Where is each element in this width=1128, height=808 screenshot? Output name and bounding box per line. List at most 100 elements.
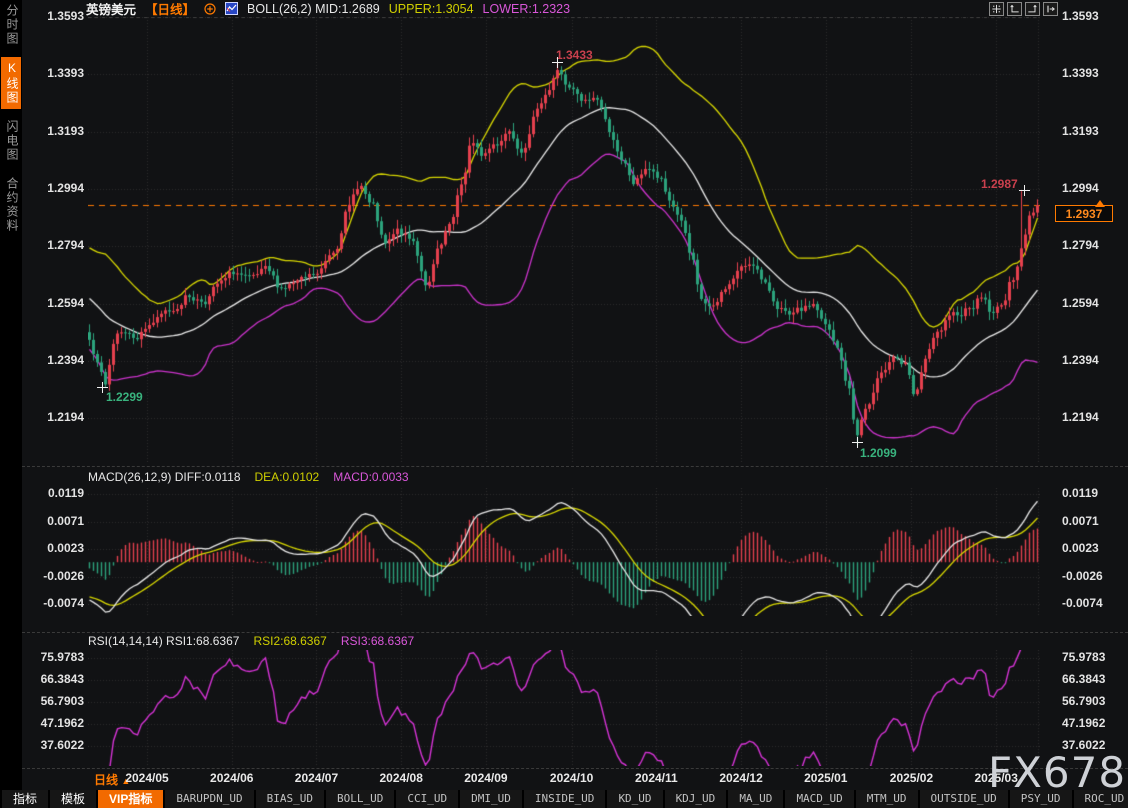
price-tick-left: 1.3193: [28, 124, 84, 138]
recent-high-annotation: 1.2987: [981, 177, 1018, 191]
rsi1-label: RSI(14,14,14) RSI1:68.6367: [88, 634, 239, 648]
price-tick-left: 1.2794: [28, 238, 84, 252]
bottom-indicator-toolbar: 指标模板VIP指标BARUPDN_UDBIAS_UDBOLL_UDCCI_UDD…: [0, 790, 1128, 808]
rsi-tick-left: 37.6022: [28, 738, 84, 752]
toolbar-item-0[interactable]: 指标: [2, 790, 50, 808]
toolbar-item-9[interactable]: KD_UD: [607, 790, 664, 808]
axis-zoom-left-icon[interactable]: [1007, 2, 1022, 16]
macd-label-row: MACD(26,12,9) DIFF:0.0118 DEA:0.0102 MAC…: [88, 470, 409, 484]
macd-tick-right: 0.0023: [1062, 541, 1118, 555]
boll-upper-label: UPPER:1.3054: [389, 2, 474, 16]
price-tick-right: 1.2394: [1062, 353, 1118, 367]
rsi-tick-right: 47.1962: [1062, 716, 1118, 730]
month-label: 2025/01: [804, 771, 847, 785]
macd-dea-label: DEA:0.0102: [255, 470, 320, 484]
toolbar-item-7[interactable]: DMI_UD: [460, 790, 524, 808]
price-tick-right: 1.2594: [1062, 296, 1118, 310]
month-label: 2024/10: [550, 771, 593, 785]
macd-tick-right: -0.0026: [1062, 569, 1118, 583]
toolbar-item-16[interactable]: ROC_UD: [1074, 790, 1128, 808]
sidebar-tab-1[interactable]: K线图: [1, 57, 21, 109]
macd-tick-left: 0.0023: [28, 541, 84, 555]
month-label: 2024/11: [635, 771, 678, 785]
macd-tick-right: 0.0119: [1062, 486, 1118, 500]
toolbar-item-15[interactable]: PSY_UD: [1010, 790, 1074, 808]
pan-right-icon[interactable]: [1043, 2, 1058, 16]
rsi3-label: RSI3:68.6367: [341, 634, 414, 648]
toolbar-item-14[interactable]: OUTSIDE_UD: [920, 790, 1010, 808]
price-tick-left: 1.3593: [28, 9, 84, 23]
month-label: 2025/02: [890, 771, 933, 785]
macd-tick-right: 0.0071: [1062, 514, 1118, 528]
recent-high-cross-marker: [1019, 185, 1030, 196]
price-tick-left: 1.2594: [28, 296, 84, 310]
price-tick-right: 1.2194: [1062, 410, 1118, 424]
chart-toolbar-icons: [989, 2, 1058, 16]
chart-header: 英镑美元 【日线】 BOLL(26,2) MID:1.2689 UPPER:1.…: [86, 0, 570, 17]
month-label: 2024/07: [295, 771, 338, 785]
macd-hist-label: MACD:0.0033: [333, 470, 408, 484]
month-label: 2024/12: [719, 771, 762, 785]
macd-tick-right: -0.0074: [1062, 596, 1118, 610]
macd-tick-left: -0.0026: [28, 569, 84, 583]
period-label[interactable]: 【日线】: [145, 0, 195, 18]
price-tick-left: 1.2994: [28, 181, 84, 195]
toolbar-item-5[interactable]: BOLL_UD: [326, 790, 396, 808]
january-low-annotation: 1.2099: [860, 446, 897, 460]
toolbar-item-6[interactable]: CCI_UD: [396, 790, 460, 808]
toolbar-item-1[interactable]: 模板: [50, 790, 98, 808]
price-tick-right: 1.2994: [1062, 181, 1118, 195]
toolbar-item-8[interactable]: INSIDE_UD: [524, 790, 608, 808]
high-cross-marker: [552, 57, 563, 68]
toolbar-item-12[interactable]: MACD_UD: [785, 790, 855, 808]
add-indicator-icon[interactable]: [204, 3, 216, 15]
rsi-tick-left: 56.7903: [28, 694, 84, 708]
january-low-cross-marker: [852, 437, 863, 448]
rsi-tick-right: 75.9783: [1062, 650, 1118, 664]
rsi-tick-left: 75.9783: [28, 650, 84, 664]
pane-separator: [22, 466, 1128, 467]
toolbar-item-3[interactable]: BARUPDN_UD: [165, 790, 255, 808]
toolbar-item-10[interactable]: KDJ_UD: [665, 790, 729, 808]
macd-tick-left: -0.0074: [28, 596, 84, 610]
rsi-tick-left: 66.3843: [28, 672, 84, 686]
macd-tick-left: 0.0119: [28, 486, 84, 500]
rsi-tick-right: 66.3843: [1062, 672, 1118, 686]
boll-mid-label: BOLL(26,2) MID:1.2689: [247, 2, 380, 16]
rsi-pane-chart[interactable]: [88, 650, 1040, 766]
macd-tick-left: 0.0071: [28, 514, 84, 528]
axis-zoom-right-icon[interactable]: [1025, 2, 1040, 16]
price-tag-pennant-icon: [1095, 195, 1105, 207]
toolbar-item-11[interactable]: MA_UD: [728, 790, 785, 808]
current-price-tag: 1.2937: [1055, 205, 1113, 222]
toolbar-item-4[interactable]: BIAS_UD: [256, 790, 326, 808]
macd-diff-label: MACD(26,12,9) DIFF:0.0118: [88, 470, 241, 484]
left-tab-sidebar: 分时图 K线图闪电图合约资料: [0, 0, 22, 808]
timeframe-label: 日线: [94, 773, 118, 787]
toolbar-item-13[interactable]: MTM_UD: [856, 790, 920, 808]
symbol-name: 英镑美元: [86, 0, 136, 18]
rsi-tick-left: 47.1962: [28, 716, 84, 730]
boll-lower-label: LOWER:1.2323: [483, 2, 571, 16]
macd-pane-chart[interactable]: [88, 488, 1040, 616]
sidebar-tab-3[interactable]: 合约资料: [1, 173, 21, 237]
rsi-tick-right: 56.7903: [1062, 694, 1118, 708]
price-tick-right: 1.3193: [1062, 124, 1118, 138]
rsi2-label: RSI2:68.6367: [253, 634, 326, 648]
price-tick-left: 1.2394: [28, 353, 84, 367]
crosshair-icon[interactable]: [989, 2, 1004, 16]
april-low-cross-marker: [97, 382, 108, 393]
sidebar-tab-2[interactable]: 闪电图: [1, 116, 21, 166]
april-low-annotation: 1.2299: [106, 390, 143, 404]
price-tick-left: 1.3393: [28, 66, 84, 80]
toolbar-item-2[interactable]: VIP指标: [98, 790, 165, 808]
month-label: 2024/09: [464, 771, 507, 785]
chart-type-icon: [225, 2, 238, 15]
month-label: 2024/05: [125, 771, 168, 785]
main-candlestick-chart[interactable]: [88, 17, 1040, 462]
price-tick-right: 1.3393: [1062, 66, 1118, 80]
rsi-label-row: RSI(14,14,14) RSI1:68.6367 RSI2:68.6367 …: [88, 634, 414, 648]
pane-separator: [22, 632, 1128, 633]
month-label: 2024/06: [210, 771, 253, 785]
sidebar-tab-0[interactable]: 分时图: [1, 0, 21, 50]
